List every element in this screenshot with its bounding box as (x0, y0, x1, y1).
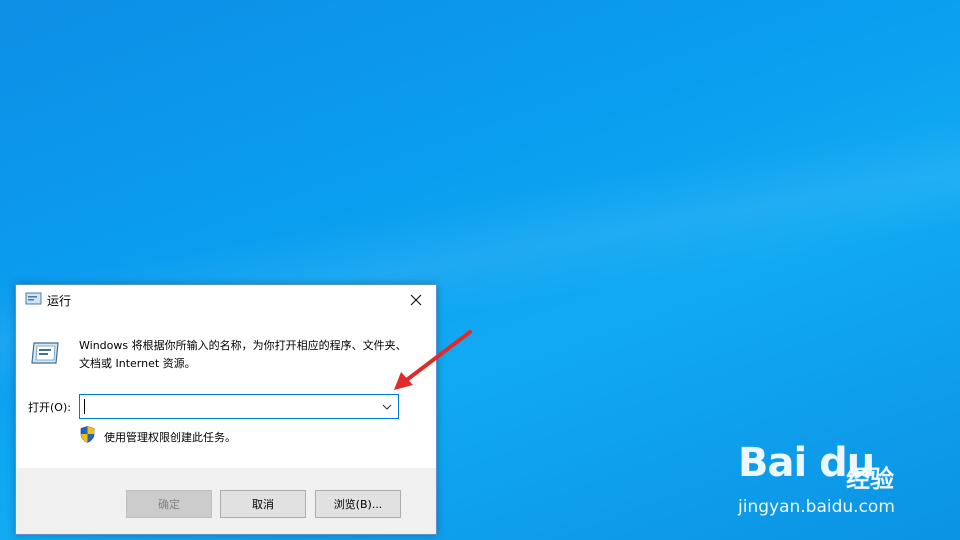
open-label: 打开(O): (28, 401, 71, 414)
watermark-url: jingyan.baidu.com (738, 497, 895, 517)
admin-note: 使用管理权限创建此任务。 (104, 431, 236, 444)
shield-icon (80, 426, 95, 443)
ok-button[interactable]: 确定 (126, 490, 212, 518)
button-bar: 确定 取消 浏览(B)... (16, 468, 436, 534)
dialog-title: 运行 (47, 294, 72, 308)
run-icon (25, 292, 42, 305)
text-caret (84, 399, 85, 414)
chevron-down-icon (382, 404, 392, 410)
run-dialog: 运行 Windows 将根据你所输入的名称，为你打开相应的程序、文件夹、文档或 … (15, 284, 437, 535)
dropdown-button[interactable] (376, 395, 398, 418)
dialog-description: Windows 将根据你所输入的名称，为你打开相应的程序、文件夹、文档或 Int… (79, 339, 407, 370)
cancel-button[interactable]: 取消 (220, 490, 306, 518)
baidu-watermark: Bai du 经验 jingyan.baidu.com (736, 440, 916, 520)
close-icon (410, 294, 422, 306)
title-bar[interactable]: 运行 (16, 285, 436, 315)
close-button[interactable] (396, 285, 436, 315)
browse-button[interactable]: 浏览(B)... (315, 490, 401, 518)
open-combobox[interactable] (79, 394, 399, 419)
run-program-icon (31, 342, 59, 364)
watermark-suffix: 经验 (846, 465, 894, 493)
